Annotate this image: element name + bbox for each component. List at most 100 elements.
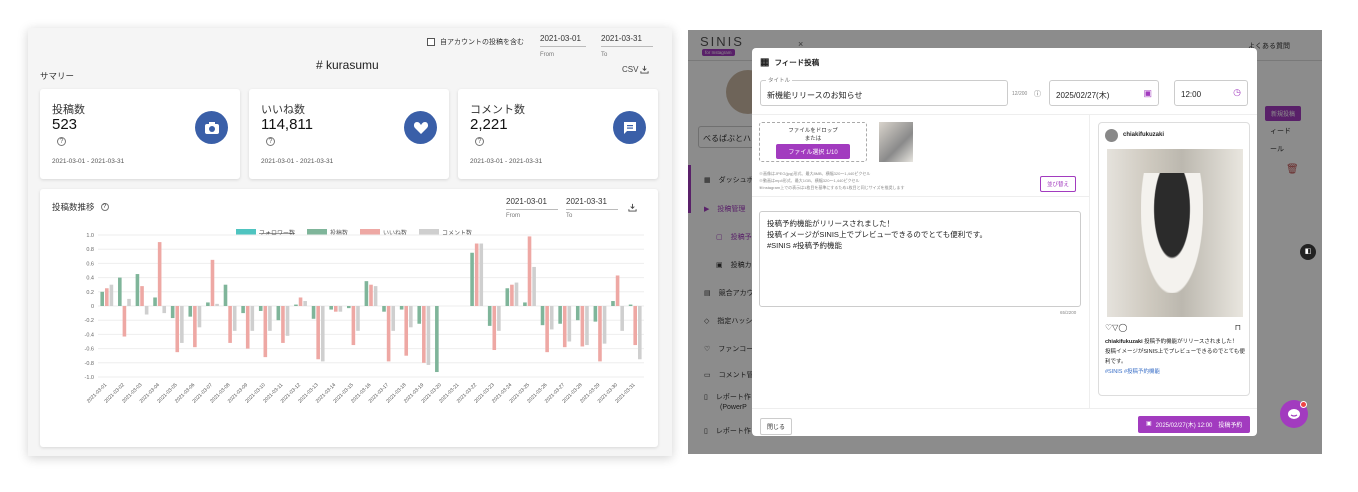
chart-bar bbox=[232, 306, 237, 331]
stat-range: 2021-03-01 - 2021-03-31 bbox=[261, 158, 334, 165]
summary-label: サマリー bbox=[40, 71, 75, 81]
chart-bar bbox=[215, 303, 219, 306]
chart-bar bbox=[316, 306, 320, 360]
chart-bar bbox=[479, 243, 484, 306]
stat-label: いいね数 bbox=[261, 104, 305, 116]
chart-bar bbox=[580, 306, 585, 347]
time-value: 12:00 bbox=[1181, 90, 1202, 99]
legend-label: フォロワー数 bbox=[259, 229, 295, 237]
chart-bar bbox=[118, 277, 122, 306]
chart-bar bbox=[298, 297, 303, 306]
help-icon[interactable]: ? bbox=[475, 137, 484, 146]
chart-bar bbox=[105, 288, 109, 306]
chart-bar bbox=[333, 306, 338, 312]
preview-avatar bbox=[1105, 129, 1118, 142]
date-from-input[interactable]: 2021-03-01 bbox=[540, 34, 586, 47]
hashtag-title: # kurasumu bbox=[316, 58, 379, 72]
schedule-post-button[interactable]: ▣ 2025/02/27(木) 12:00 投稿予約 bbox=[1138, 416, 1251, 433]
notification-dot bbox=[1300, 401, 1307, 408]
divider bbox=[752, 196, 1089, 197]
title-input[interactable]: タイトル 新機能リリースのお知らせ bbox=[760, 76, 1008, 106]
bookmark-icon: ⊓ bbox=[1234, 323, 1241, 332]
chart-bar bbox=[364, 281, 369, 306]
media-thumbnail[interactable] bbox=[879, 122, 913, 162]
trend-title-wrap: 投稿数推移 ? bbox=[52, 201, 109, 213]
chart-bar bbox=[585, 306, 589, 346]
close-button[interactable]: 閉じる bbox=[760, 418, 793, 435]
stat-card-comments: コメント数 2,221 ? 2021-03-01 - 2021-03-31 bbox=[458, 89, 658, 179]
trend-date-from[interactable]: 2021-03-01 bbox=[506, 197, 558, 210]
chart-bar bbox=[294, 304, 298, 306]
chart-bar bbox=[276, 306, 281, 321]
caption-textarea[interactable]: 投稿予約機能がリリースされました！ 投稿イメージがSINIS上でプレビューできる… bbox=[759, 211, 1081, 307]
stat-card-posts: 投稿数 523 ? 2021-03-01 - 2021-03-31 bbox=[40, 89, 240, 179]
time-input[interactable]: 12:00 ◷ bbox=[1174, 80, 1248, 106]
chart-bar bbox=[351, 306, 356, 346]
chart-bar bbox=[404, 306, 409, 356]
file-select-button[interactable]: ファイル選択 1/10 bbox=[776, 144, 850, 159]
chart-bar bbox=[193, 306, 197, 348]
modal-header: ▦ フィード投稿 bbox=[760, 57, 819, 68]
chart-bar bbox=[549, 306, 554, 330]
chart-bar bbox=[109, 284, 114, 306]
preview-actions-icons: ♡▽◯ bbox=[1105, 323, 1128, 332]
chart-bar bbox=[417, 306, 422, 324]
chart-bar bbox=[633, 306, 637, 346]
chart-bar bbox=[593, 306, 598, 322]
title-count: 12/200 bbox=[1012, 91, 1028, 97]
chart-bar bbox=[602, 306, 607, 344]
help-icon[interactable]: ? bbox=[100, 203, 109, 211]
chart-bar bbox=[250, 306, 255, 331]
chart-bar bbox=[329, 306, 333, 310]
widget-icon[interactable]: ◧ bbox=[1300, 244, 1316, 260]
heart-icon bbox=[404, 111, 437, 144]
own-posts-label: 自アカウントの投稿を含む bbox=[440, 39, 524, 46]
chart-bar bbox=[285, 306, 290, 336]
legend-swatch bbox=[360, 229, 380, 235]
y-tick-label: 0.8 bbox=[86, 247, 94, 253]
y-tick-label: -0.8 bbox=[85, 361, 94, 367]
chart-bar bbox=[527, 236, 532, 306]
legend-label: いいね数 bbox=[383, 229, 407, 237]
chart-bar bbox=[598, 306, 602, 362]
date-to-input[interactable]: 2021-03-31 bbox=[601, 34, 653, 47]
file-dropzone[interactable]: ファイルをドロップ または ファイル選択 1/10 bbox=[759, 122, 867, 162]
y-tick-label: 0.2 bbox=[86, 290, 94, 296]
chart-bar bbox=[474, 243, 479, 306]
stat-value: 523 bbox=[52, 116, 78, 133]
reorder-button[interactable]: 並び替え bbox=[1040, 176, 1077, 192]
trend-date-to[interactable]: 2021-03-31 bbox=[566, 197, 618, 210]
stat-card-likes: いいね数 114,811 ? 2021-03-01 - 2021-03-31 bbox=[249, 89, 449, 179]
chart-bar bbox=[197, 306, 202, 328]
chart-bar bbox=[228, 306, 232, 343]
chart-bar bbox=[426, 306, 431, 365]
help-icon[interactable]: ⓘ bbox=[1034, 89, 1041, 99]
chart-bar bbox=[422, 306, 426, 363]
chart-bar bbox=[558, 306, 562, 324]
chart-bar bbox=[223, 284, 228, 306]
chart-bar bbox=[620, 306, 624, 331]
trend-chart: フォロワー数 投稿数 いいね数 コメント数 1.0 0.8 0.6 0.4 0.2 0 -0.2 -0… bbox=[85, 229, 644, 405]
chart-bar bbox=[303, 301, 307, 306]
title-value: 新機能リリースのお知らせ bbox=[767, 91, 863, 100]
from-label: From bbox=[540, 52, 554, 58]
comment-icon bbox=[613, 111, 646, 144]
chart-bar bbox=[532, 266, 536, 306]
chart-bar bbox=[210, 259, 215, 306]
own-posts-checkbox[interactable] bbox=[427, 38, 435, 46]
csv-download-button[interactable]: CSV bbox=[622, 65, 650, 74]
y-tick-label: -0.2 bbox=[85, 318, 94, 324]
calendar-icon[interactable]: ▣ bbox=[1143, 88, 1152, 99]
help-icon[interactable]: ? bbox=[57, 137, 66, 146]
clock-icon[interactable]: ◷ bbox=[1233, 87, 1241, 98]
date-input[interactable]: 2025/02/27(木) ▣ bbox=[1049, 80, 1159, 106]
grid-icon: ▦ bbox=[760, 57, 770, 68]
chart-bar bbox=[175, 306, 180, 353]
legend-label: 投稿数 bbox=[330, 229, 348, 237]
help-icon[interactable]: ? bbox=[266, 137, 275, 146]
y-tick-label: 1.0 bbox=[86, 233, 94, 239]
download-icon[interactable] bbox=[628, 203, 637, 212]
y-tick-label: -1.0 bbox=[85, 375, 94, 381]
camera-plus-icon bbox=[195, 111, 228, 144]
stat-value: 114,811 bbox=[261, 116, 313, 133]
